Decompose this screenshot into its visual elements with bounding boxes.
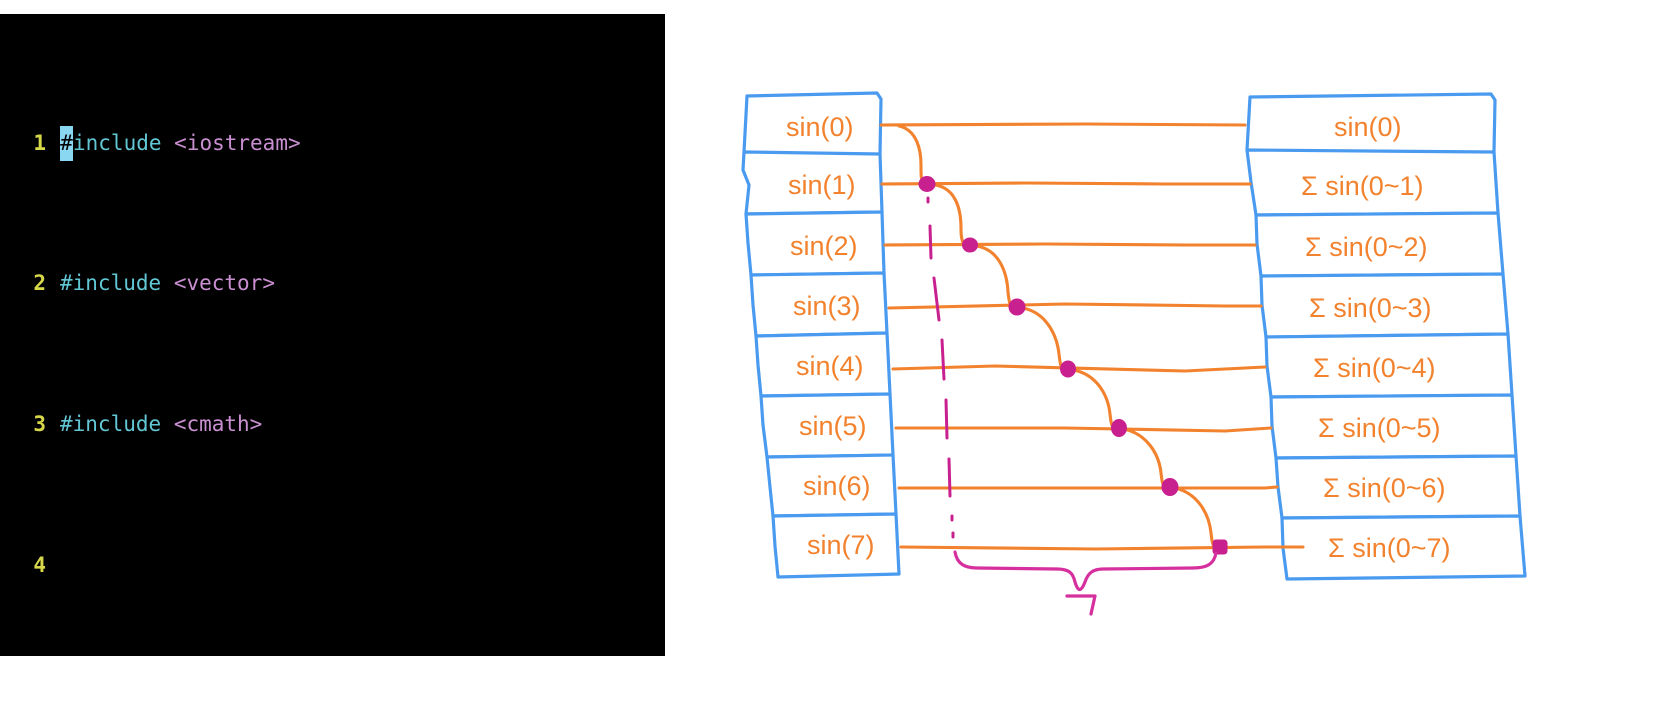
left-item-label: sin(6) xyxy=(803,471,871,501)
line-text-3: #include <cmath> xyxy=(60,412,263,437)
left-item-label: sin(2) xyxy=(790,231,858,261)
node-dot xyxy=(1008,298,1026,316)
left-item-label: sin(7) xyxy=(807,530,875,560)
right-item-label: Σ sin(0~7) xyxy=(1328,533,1451,563)
left-item-label: sin(4) xyxy=(796,351,864,381)
line-number: 1 xyxy=(33,130,46,155)
left-column-boxes xyxy=(741,91,901,579)
screenshot-root: 1 #include <iostream> 2 #include <vector> … xyxy=(0,0,1677,719)
line-text-1: #include <iostream> xyxy=(60,125,301,161)
line-number: 4 xyxy=(33,553,46,577)
text-cursor: # xyxy=(60,125,73,161)
line-number: 3 xyxy=(33,412,46,437)
code-line: 3 #include <cmath> xyxy=(0,407,665,442)
code-line: 1 #include <iostream> xyxy=(0,125,665,161)
right-item-label: Σ sin(0~4) xyxy=(1313,353,1436,383)
right-item-label: Σ sin(0~3) xyxy=(1309,293,1432,323)
left-item-label: sin(3) xyxy=(793,291,861,321)
right-item-label: sin(0) xyxy=(1334,112,1402,142)
right-item-label: Σ sin(0~6) xyxy=(1323,473,1446,503)
node-dot xyxy=(1111,419,1127,437)
node-dot xyxy=(918,176,936,192)
node-dot xyxy=(1161,478,1179,496)
left-item-label: sin(5) xyxy=(799,411,867,441)
code-line: 4 xyxy=(0,548,665,583)
prefix-sum-diagram: sin(0) sin(1) sin(2) sin(3) sin(4) sin(5… xyxy=(665,0,1677,719)
code-line: 2 #include <vector> xyxy=(0,266,665,301)
line-number: 2 xyxy=(33,271,46,296)
right-item-label: Σ sin(0~2) xyxy=(1305,232,1428,262)
right-item-label: Σ sin(0~1) xyxy=(1301,171,1424,201)
left-item-label: sin(0) xyxy=(786,112,854,142)
sum-nodes xyxy=(918,176,1228,555)
code-content[interactable]: 1 #include <iostream> 2 #include <vector> … xyxy=(0,20,665,656)
right-item-label: Σ sin(0~5) xyxy=(1318,413,1441,443)
line-text-2: #include <vector> xyxy=(60,271,275,296)
node-dot xyxy=(962,237,978,253)
code-editor-panel[interactable]: 1 #include <iostream> 2 #include <vector> … xyxy=(0,14,665,656)
node-dot xyxy=(1060,360,1076,378)
dependency-brace xyxy=(953,550,1218,616)
right-column-boxes xyxy=(1245,92,1527,581)
left-item-label: sin(1) xyxy=(788,170,856,200)
